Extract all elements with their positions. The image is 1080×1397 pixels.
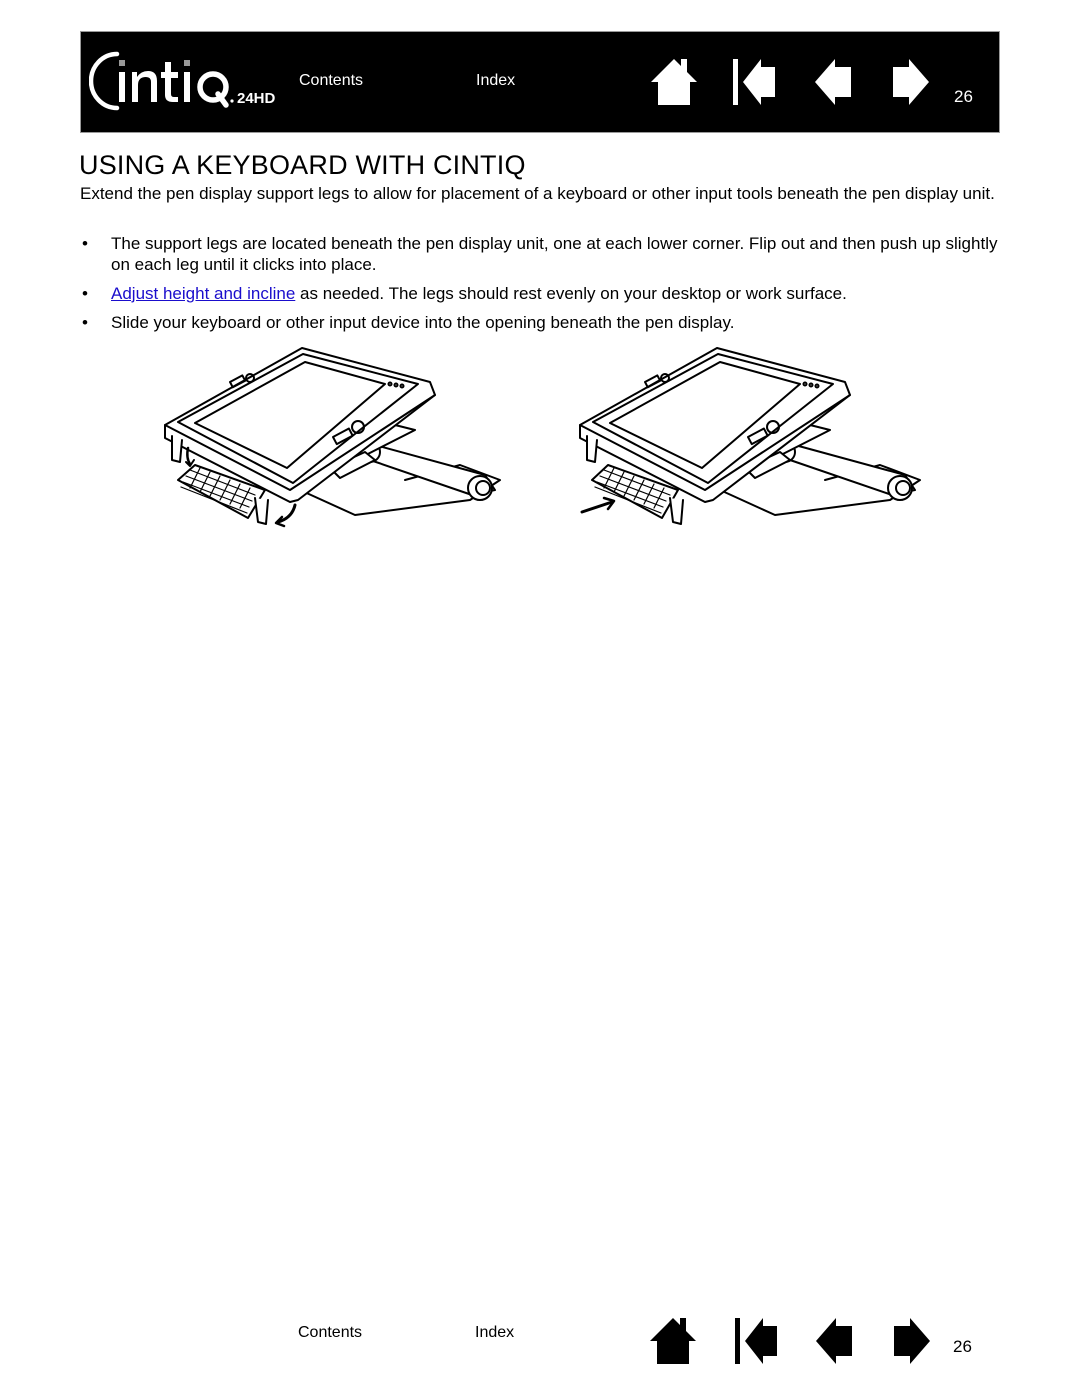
footer-index-link[interactable]: Index	[475, 1324, 514, 1342]
adjust-height-link[interactable]: Adjust height and incline	[111, 284, 295, 303]
cintiq-logo: 24HD	[89, 51, 276, 111]
footer-home-icon[interactable]	[650, 1318, 696, 1364]
svg-text:24HD: 24HD	[237, 90, 276, 107]
page-number: 26	[954, 87, 973, 106]
bullet-text: Slide your keyboard or other input devic…	[111, 313, 735, 332]
footer-contents-link[interactable]: Contents	[298, 1324, 362, 1342]
footer-next-page-icon[interactable]	[890, 1318, 936, 1364]
footer-previous-page-icon[interactable]	[814, 1318, 860, 1364]
footer-page-number: 26	[953, 1337, 972, 1356]
page-title: USING A KEYBOARD WITH CINTIQ	[79, 150, 526, 180]
index-link[interactable]: Index	[476, 72, 515, 90]
bullet-text: The support legs are located beneath the…	[111, 234, 998, 274]
first-page-icon[interactable]	[733, 59, 779, 105]
bullet-glyph: •	[82, 284, 88, 303]
list-item: • Adjust height and incline as needed. T…	[80, 283, 1010, 304]
header-bar: 24HD Contents Index 26	[80, 31, 1000, 133]
home-icon[interactable]	[651, 59, 697, 105]
footer-first-page-icon[interactable]	[735, 1318, 781, 1364]
bullet-glyph: •	[82, 313, 88, 332]
instruction-list: • The support legs are located beneath t…	[80, 233, 1010, 341]
list-item: • The support legs are located beneath t…	[80, 233, 1010, 275]
figure-keyboard-slide-in	[579, 347, 921, 525]
list-item: • Slide your keyboard or other input dev…	[80, 312, 1010, 333]
bullet-glyph: •	[82, 234, 88, 253]
previous-page-icon[interactable]	[813, 59, 859, 105]
bullet-text: as needed. The legs should rest evenly o…	[295, 284, 847, 303]
contents-link[interactable]: Contents	[299, 72, 363, 90]
next-page-icon[interactable]	[889, 59, 935, 105]
figure-legs-flip-out	[164, 347, 501, 528]
intro-paragraph: Extend the pen display support legs to a…	[80, 184, 995, 203]
